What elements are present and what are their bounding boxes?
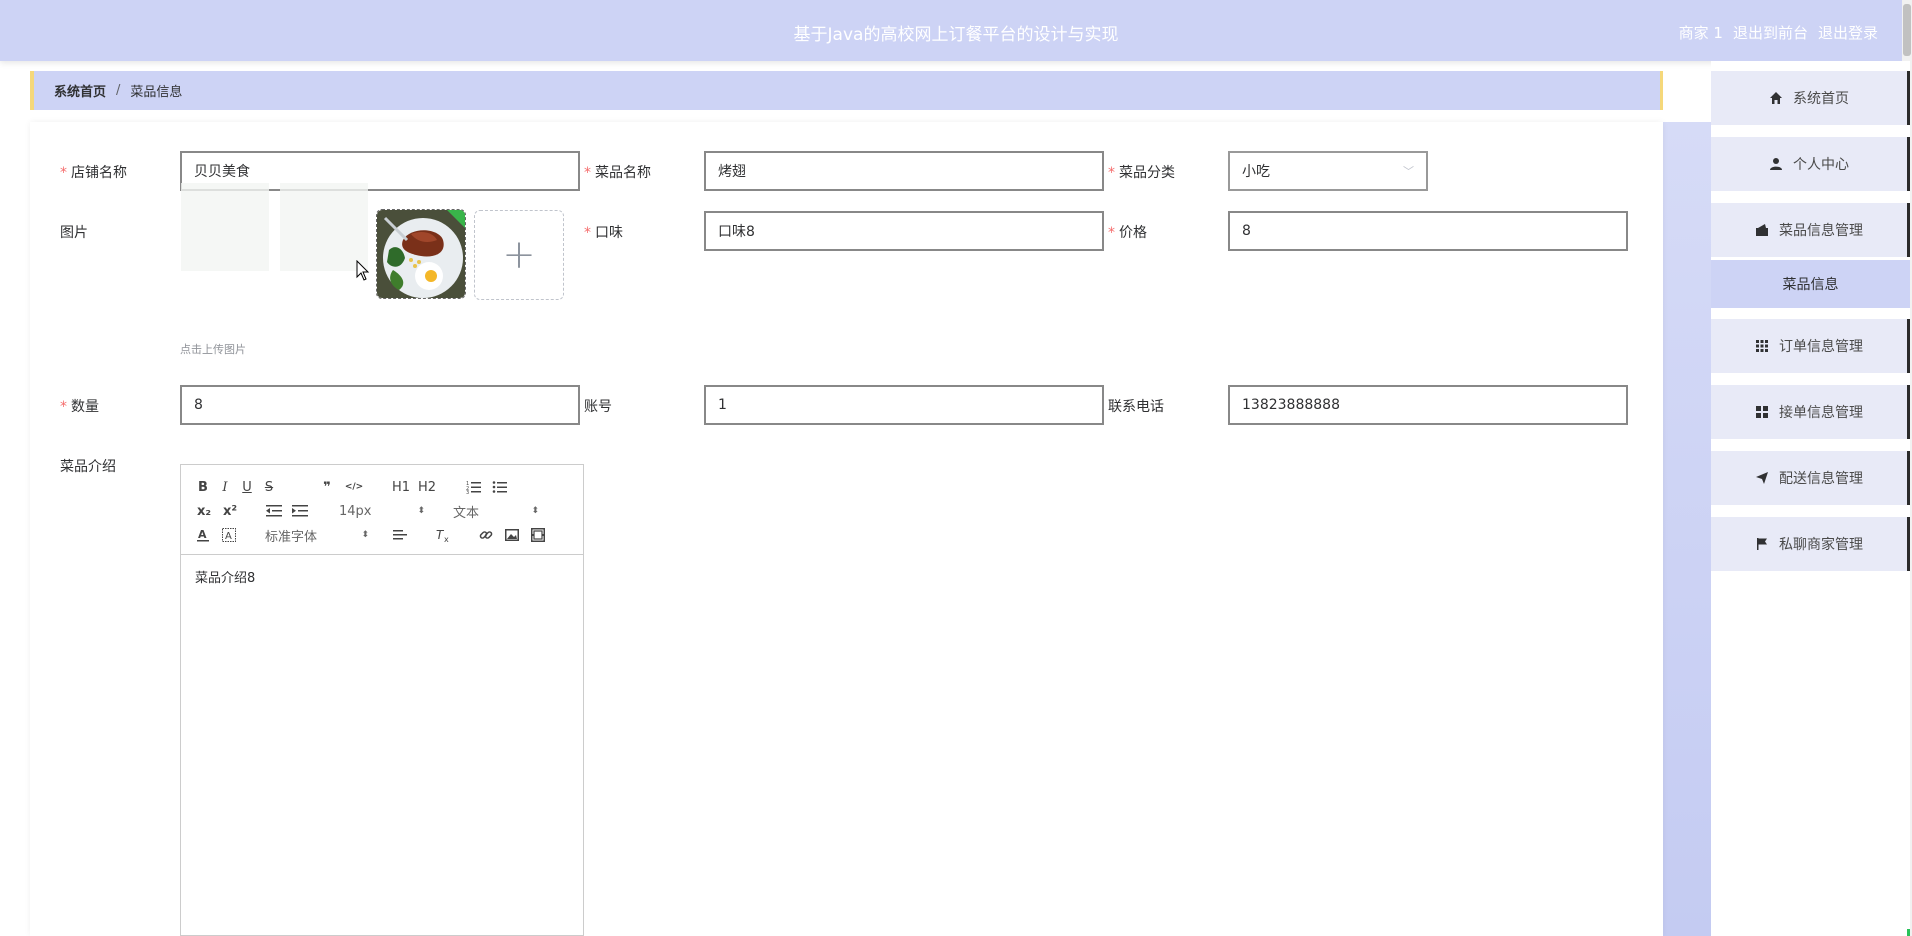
font-size-select[interactable]: 14px ⬍ xyxy=(339,501,425,521)
indent-icon[interactable] xyxy=(291,501,309,521)
category-select[interactable]: 小吃 ﹀ xyxy=(1228,151,1428,191)
sidebar-item-profile[interactable]: 个人中心 xyxy=(1711,137,1910,191)
svg-text:A: A xyxy=(225,531,232,542)
phone-label: 联系电话 xyxy=(1108,399,1164,415)
edge-indicator xyxy=(1907,929,1910,936)
user-icon xyxy=(1770,158,1782,170)
logout-link[interactable]: 退出登录 xyxy=(1818,22,1878,43)
quantity-input[interactable]: 8 xyxy=(180,385,580,425)
breadcrumb-home[interactable]: 系统首页 xyxy=(54,81,106,100)
h1-button[interactable]: H1 xyxy=(391,477,411,497)
clear-format-icon[interactable]: Tx xyxy=(435,525,453,545)
intro-label: 菜品介绍 xyxy=(60,459,116,475)
frontend-link[interactable]: 退出到前台 xyxy=(1733,22,1808,43)
flavor-label: * 口味 xyxy=(584,225,623,241)
sidebar-item-label: 私聊商家管理 xyxy=(1779,537,1863,553)
shop-name-label: * 店铺名称 xyxy=(60,165,127,181)
svg-text:3: 3 xyxy=(466,490,469,494)
sidebar-item-label: 配送信息管理 xyxy=(1779,471,1863,487)
link-icon[interactable] xyxy=(477,525,495,545)
app-title: 基于Java的高校网上订餐平台的设计与实现 xyxy=(793,25,1119,45)
upload-image-button[interactable]: + xyxy=(474,210,564,300)
sidebar-item-dish-management[interactable]: 菜品信息管理 xyxy=(1711,203,1910,257)
subscript-button[interactable]: x₂ xyxy=(195,501,213,521)
price-label: * 价格 xyxy=(1108,225,1147,241)
image-thumb-ghost xyxy=(280,183,368,271)
sidebar: 系统首页 个人中心 菜品信息管理 菜品信息 订单信息管理 接单信息管理 配送信息… xyxy=(1711,61,1910,936)
apps-icon xyxy=(1756,406,1768,418)
chevron-down-icon: ﹀ xyxy=(1403,165,1414,178)
updown-icon: ⬍ xyxy=(417,506,425,516)
send-icon xyxy=(1756,472,1768,484)
rich-text-editor[interactable]: B I U S ❞ </> H1 H2 123 x₂ x² 14px ⬍ 文本 ⬍ … xyxy=(180,464,584,936)
sidebar-item-delivery-management[interactable]: 配送信息管理 xyxy=(1711,451,1910,505)
sidebar-item-label: 订单信息管理 xyxy=(1779,339,1863,355)
dish-photo xyxy=(377,210,465,298)
italic-button[interactable]: I xyxy=(217,477,233,497)
image-thumb-ghost xyxy=(181,183,269,271)
editor-toolbar: B I U S ❞ </> H1 H2 123 x₂ x² 14px ⬍ 文本 ⬍ … xyxy=(181,465,583,555)
quantity-label: * 数量 xyxy=(60,399,99,415)
mouse-cursor-icon xyxy=(356,260,370,281)
superscript-button[interactable]: x² xyxy=(221,501,239,521)
bullet-list-icon[interactable] xyxy=(491,477,509,497)
sidebar-item-label: 菜品信息管理 xyxy=(1779,223,1863,239)
blockquote-button[interactable]: ❞ xyxy=(319,477,335,497)
bold-button[interactable]: B xyxy=(195,477,211,497)
sidebar-subitem-dish-info[interactable]: 菜品信息 xyxy=(1711,260,1910,308)
plus-icon: + xyxy=(502,232,536,278)
category-label: * 菜品分类 xyxy=(1108,165,1175,181)
strike-button[interactable]: S xyxy=(261,477,277,497)
grid-icon xyxy=(1756,340,1768,352)
wallet-icon xyxy=(1756,224,1768,236)
svg-text:x: x xyxy=(444,535,449,542)
font-family-select[interactable]: 标准字体 ⬍ xyxy=(265,525,369,545)
editor-content[interactable]: 菜品介绍8 xyxy=(181,555,583,598)
ordered-list-icon[interactable]: 123 xyxy=(465,477,483,497)
dish-image-thumb[interactable] xyxy=(376,209,466,299)
sidebar-item-order-management[interactable]: 订单信息管理 xyxy=(1711,319,1910,373)
sidebar-item-home[interactable]: 系统首页 xyxy=(1711,71,1910,125)
font-color-icon[interactable]: A xyxy=(195,525,211,545)
flavor-input[interactable]: 口味8 xyxy=(704,211,1104,251)
h2-button[interactable]: H2 xyxy=(417,477,437,497)
underline-button[interactable]: U xyxy=(239,477,255,497)
breadcrumb-current: 菜品信息 xyxy=(130,85,183,100)
svg-text:A: A xyxy=(198,528,207,541)
breadcrumb-separator: / xyxy=(116,83,121,98)
image-label: 图片 xyxy=(60,225,88,241)
sidebar-item-label: 系统首页 xyxy=(1793,91,1849,107)
sidebar-item-accept-management[interactable]: 接单信息管理 xyxy=(1711,385,1910,439)
code-block-button[interactable]: </> xyxy=(345,477,363,497)
user-links: 商家 1 退出到前台 退出登录 xyxy=(1679,22,1878,43)
upload-tip: 点击上传图片 xyxy=(180,343,246,356)
account-label: 账号 xyxy=(584,399,612,415)
top-header: 基于Java的高校网上订餐平台的设计与实现 商家 1 退出到前台 退出登录 xyxy=(0,0,1912,61)
dish-name-input[interactable]: 烤翅 xyxy=(704,151,1104,191)
flag-icon xyxy=(1757,538,1767,550)
home-icon xyxy=(1770,92,1782,104)
sidebar-item-chat-management[interactable]: 私聊商家管理 xyxy=(1711,517,1910,571)
background-color-icon[interactable]: A xyxy=(221,525,237,545)
updown-icon: ⬍ xyxy=(531,506,539,516)
updown-icon: ⬍ xyxy=(361,530,369,540)
account-input[interactable]: 1 xyxy=(704,385,1104,425)
current-user: 商家 1 xyxy=(1678,24,1723,42)
video-icon[interactable] xyxy=(529,525,547,545)
outdent-icon[interactable] xyxy=(265,501,283,521)
phone-input[interactable]: 13823888888 xyxy=(1228,385,1628,425)
scrollbar-thumb[interactable] xyxy=(1903,4,1911,56)
breadcrumb: 系统首页 / 菜品信息 xyxy=(30,71,1663,110)
sidebar-item-label: 个人中心 xyxy=(1793,157,1849,173)
header-select[interactable]: 文本 ⬍ xyxy=(453,501,539,521)
panel-shade xyxy=(1663,122,1711,936)
sidebar-item-label: 接单信息管理 xyxy=(1779,405,1863,421)
align-icon[interactable] xyxy=(391,525,409,545)
price-input[interactable]: 8 xyxy=(1228,211,1628,251)
dish-name-label: * 菜品名称 xyxy=(584,165,651,181)
image-icon[interactable] xyxy=(503,525,521,545)
